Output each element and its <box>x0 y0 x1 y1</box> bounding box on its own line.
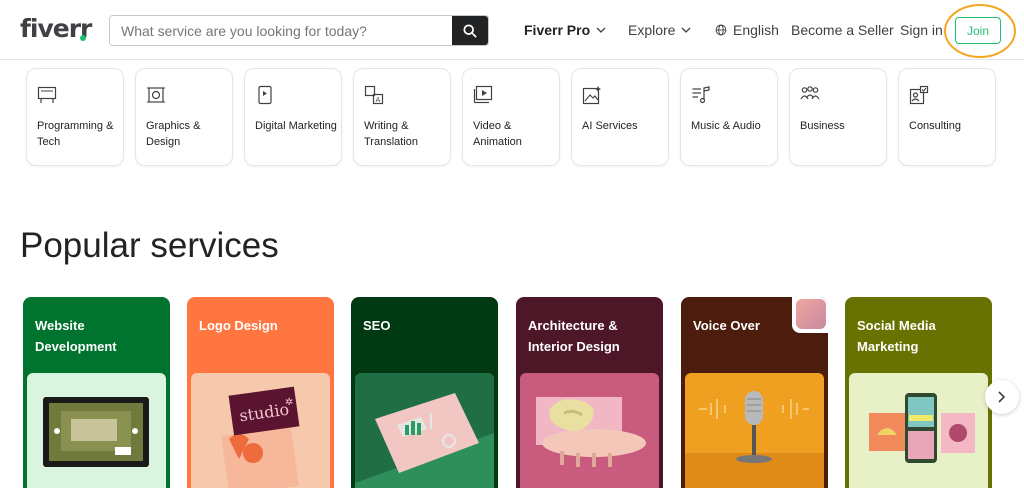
fiverr-pro-menu[interactable]: Fiverr Pro <box>524 22 606 38</box>
category-label: Business <box>800 120 845 132</box>
social-media-illustration <box>869 393 975 463</box>
category-business[interactable]: Business <box>789 68 887 166</box>
category-label: Programming & Tech <box>37 120 114 148</box>
category-label: Music & Audio <box>691 120 761 132</box>
become-seller-link[interactable]: Become a Seller <box>791 22 894 38</box>
service-card-seo[interactable]: SEO <box>351 297 498 488</box>
language-label: English <box>733 22 779 38</box>
top-header: fiverr Fiverr Pro Explore English Become… <box>0 0 1024 60</box>
category-graphics-design[interactable]: Graphics & Design <box>135 68 233 166</box>
language-selector[interactable]: English <box>715 22 779 38</box>
category-video-animation[interactable]: Video & Animation <box>462 68 560 166</box>
category-label: Consulting <box>909 120 961 132</box>
service-card-architecture-interior[interactable]: Architecture & Interior Design <box>516 297 663 488</box>
logo-dot-icon <box>80 35 86 41</box>
corner-thumbnail <box>796 299 826 329</box>
service-card-website-development[interactable]: Website Development <box>23 297 170 488</box>
category-label: Writing & Translation <box>364 120 419 148</box>
category-music-audio[interactable]: Music & Audio <box>680 68 778 166</box>
service-card-logo-design[interactable]: Logo Design studio ✲ <box>187 297 334 488</box>
design-frame-icon <box>147 87 165 103</box>
music-note-icon <box>692 86 710 104</box>
ai-sparkle-icon <box>582 86 601 105</box>
website-illustration <box>43 397 149 467</box>
category-ai-services[interactable]: AI Services <box>571 68 669 166</box>
service-image <box>520 373 659 488</box>
chevron-right-icon <box>998 391 1006 403</box>
globe-icon <box>715 24 727 36</box>
search-bar <box>109 15 489 46</box>
consulting-icon <box>909 85 929 105</box>
service-image <box>27 373 166 488</box>
service-image: studio ✲ <box>191 373 330 488</box>
service-image <box>355 373 494 488</box>
service-title: Social Media Marketing <box>857 318 936 354</box>
architecture-illustration <box>536 397 646 467</box>
microphone-illustration <box>685 391 824 488</box>
search-input[interactable] <box>110 16 453 45</box>
monitor-code-icon <box>37 86 57 103</box>
people-group-icon <box>800 86 820 100</box>
fiverr-pro-label: Fiverr Pro <box>524 22 591 38</box>
sign-in-link[interactable]: Sign in <box>900 22 943 38</box>
service-title: SEO <box>363 318 391 333</box>
service-image <box>849 373 988 488</box>
category-programming-tech[interactable]: Programming & Tech <box>26 68 124 166</box>
svg-text:A: A <box>376 96 381 104</box>
service-title: Website Development <box>35 318 117 354</box>
explore-menu[interactable]: Explore <box>628 22 691 38</box>
service-image <box>685 373 824 488</box>
category-label: Digital Marketing <box>255 120 337 132</box>
translate-icon: A <box>364 85 384 105</box>
explore-label: Explore <box>628 22 676 38</box>
category-label: AI Services <box>582 120 638 132</box>
category-writing-translation[interactable]: A Writing & Translation <box>353 68 451 166</box>
category-consulting[interactable]: Consulting <box>898 68 996 166</box>
service-title: Logo Design <box>199 318 278 333</box>
seo-illustration <box>355 373 494 483</box>
search-icon <box>463 23 477 38</box>
search-button[interactable] <box>452 16 488 45</box>
service-title: Architecture & Interior Design <box>528 318 620 354</box>
category-label: Graphics & Design <box>146 120 201 148</box>
category-label: Video & Animation <box>473 120 522 148</box>
chevron-down-icon <box>596 27 606 33</box>
chevron-down-icon <box>682 27 691 33</box>
play-video-icon <box>473 85 493 104</box>
popular-services-heading: Popular services <box>20 226 279 265</box>
service-card-voice-over[interactable]: Voice Over <box>681 297 828 488</box>
svg-text:✲: ✲ <box>285 397 293 408</box>
carousel-next-button[interactable] <box>985 380 1019 414</box>
highlight-annotation <box>944 4 1016 58</box>
phone-chart-icon <box>258 85 272 105</box>
category-digital-marketing[interactable]: Digital Marketing <box>244 68 342 166</box>
service-card-social-media-marketing[interactable]: Social Media Marketing <box>845 297 992 488</box>
logo-illustration: studio ✲ <box>221 386 300 488</box>
